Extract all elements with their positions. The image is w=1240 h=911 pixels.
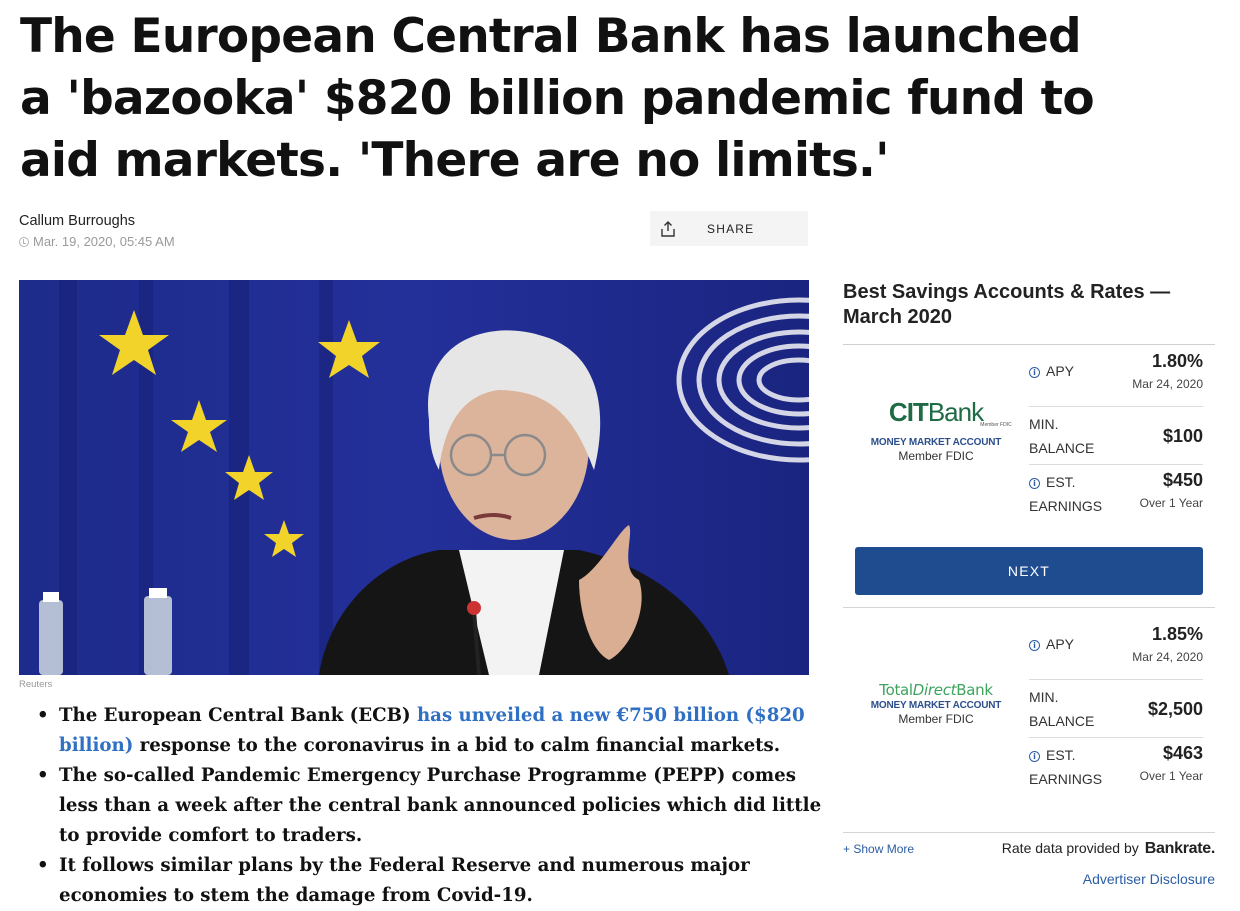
est-label: EARNINGS [1029,771,1103,787]
logo-text: Bank [927,397,984,427]
show-more-link[interactable]: + Show More [843,842,914,856]
earnings-row: i EST. EARNINGS $463 Over 1 Year [1029,743,1203,795]
account-type: MONEY MARKET ACCOUNT [870,437,1002,448]
byline: Callum Burroughs Mar. 19, 2020, 05:45 AM [19,213,175,249]
card-separator [843,607,1215,608]
bankrate-logo[interactable]: Bankrate. [1144,840,1216,858]
apy-value: 1.80% [1151,351,1203,371]
widget-footer-separator [843,832,1215,833]
min-label: BALANCE [1029,440,1095,456]
next-button[interactable]: NEXT [855,547,1203,595]
provided-by-text: Rate data provided by [1001,840,1139,856]
publish-date: Mar. 19, 2020, 05:45 AM [19,234,175,249]
min-balance-row: MIN. BALANCE $100 [1029,412,1203,464]
share-button[interactable]: SHARE [650,211,808,246]
share-icon [650,220,686,238]
account-card-cit[interactable]: CITBank Member FDIC MONEY MARKET ACCOUNT… [843,346,1215,526]
apy-label: APY [1046,636,1075,652]
cit-bank-logo[interactable]: CITBank Member FDIC MONEY MARKET ACCOUNT… [843,398,1029,463]
article-summary: The European Central Bank (ECB) has unve… [19,701,839,911]
logo-text: CIT [888,397,929,427]
provider-suffix: . [1210,840,1215,857]
est-label: EST. [1046,747,1076,763]
apy-row: i APY 1.80% Mar 24, 2020 [1029,351,1203,403]
earnings-row: i EST. EARNINGS $450 Over 1 Year [1029,470,1203,522]
hero-image [19,280,809,675]
widget-title: Best Savings Accounts & Rates — March 20… [843,280,1215,345]
info-icon[interactable]: i [1029,639,1040,651]
savings-widget: Best Savings Accounts & Rates — March 20… [843,280,1215,887]
author-name[interactable]: Callum Burroughs [19,213,175,229]
member-fdic: Member FDIC [898,449,974,463]
image-credit: Reuters [19,679,53,690]
summary-bullet: The so-called Pandemic Emergency Purchas… [37,761,839,851]
account-card-totaldirectbank[interactable]: TotalDirectBank MONEY MARKET ACCOUNT Mem… [843,619,1215,799]
apy-row: i APY 1.85% Mar 24, 2020 [1029,624,1203,676]
summary-bullet: The European Central Bank (ECB) has unve… [37,701,839,761]
earnings-period: Over 1 Year [1139,769,1203,783]
provider-name: Bankrate [1144,840,1211,857]
min-balance-row: MIN. BALANCE $2,500 [1029,685,1203,737]
logo-text: Direct [912,681,957,699]
apy-label: APY [1046,363,1075,379]
summary-bullet: It follows similar plans by the Federal … [37,851,839,911]
apy-date: Mar 24, 2020 [1132,377,1203,391]
apy-value: 1.85% [1151,624,1203,644]
min-label: BALANCE [1029,713,1095,729]
divider [1029,406,1203,407]
min-balance-value: $2,500 [1147,699,1203,719]
est-label: EARNINGS [1029,498,1103,514]
info-icon[interactable]: i [1029,477,1040,489]
publish-date-text: Mar. 19, 2020, 05:45 AM [33,234,175,249]
advertiser-disclosure-link[interactable]: Advertiser Disclosure [1083,871,1215,887]
info-icon[interactable]: i [1029,366,1040,378]
divider [1029,679,1203,680]
article-headline: The European Central Bank has launched a… [20,9,1095,188]
logo-text: Bank [956,681,993,699]
bullet-text: The European Central Bank (ECB) [59,705,417,726]
min-balance-value: $100 [1162,426,1203,446]
account-type: MONEY MARKET ACCOUNT [870,700,1002,711]
earnings-value: $463 [1162,743,1203,763]
share-label: SHARE [707,221,755,236]
earnings-period: Over 1 Year [1139,496,1203,510]
divider [1029,737,1203,738]
rate-provider: Rate data provided by Bankrate. [1001,840,1216,858]
member-fdic: Member FDIC [898,712,974,726]
apy-date: Mar 24, 2020 [1132,650,1203,664]
divider [1029,464,1203,465]
bullet-text: response to the coronavirus in a bid to … [133,735,781,756]
earnings-value: $450 [1162,470,1203,490]
min-label: MIN. [1029,689,1059,705]
min-label: MIN. [1029,416,1059,432]
clock-icon [19,236,29,247]
logo-text: Total [879,681,913,699]
totaldirectbank-logo[interactable]: TotalDirectBank MONEY MARKET ACCOUNT Mem… [843,681,1029,726]
est-label: EST. [1046,474,1076,490]
info-icon[interactable]: i [1029,750,1040,762]
